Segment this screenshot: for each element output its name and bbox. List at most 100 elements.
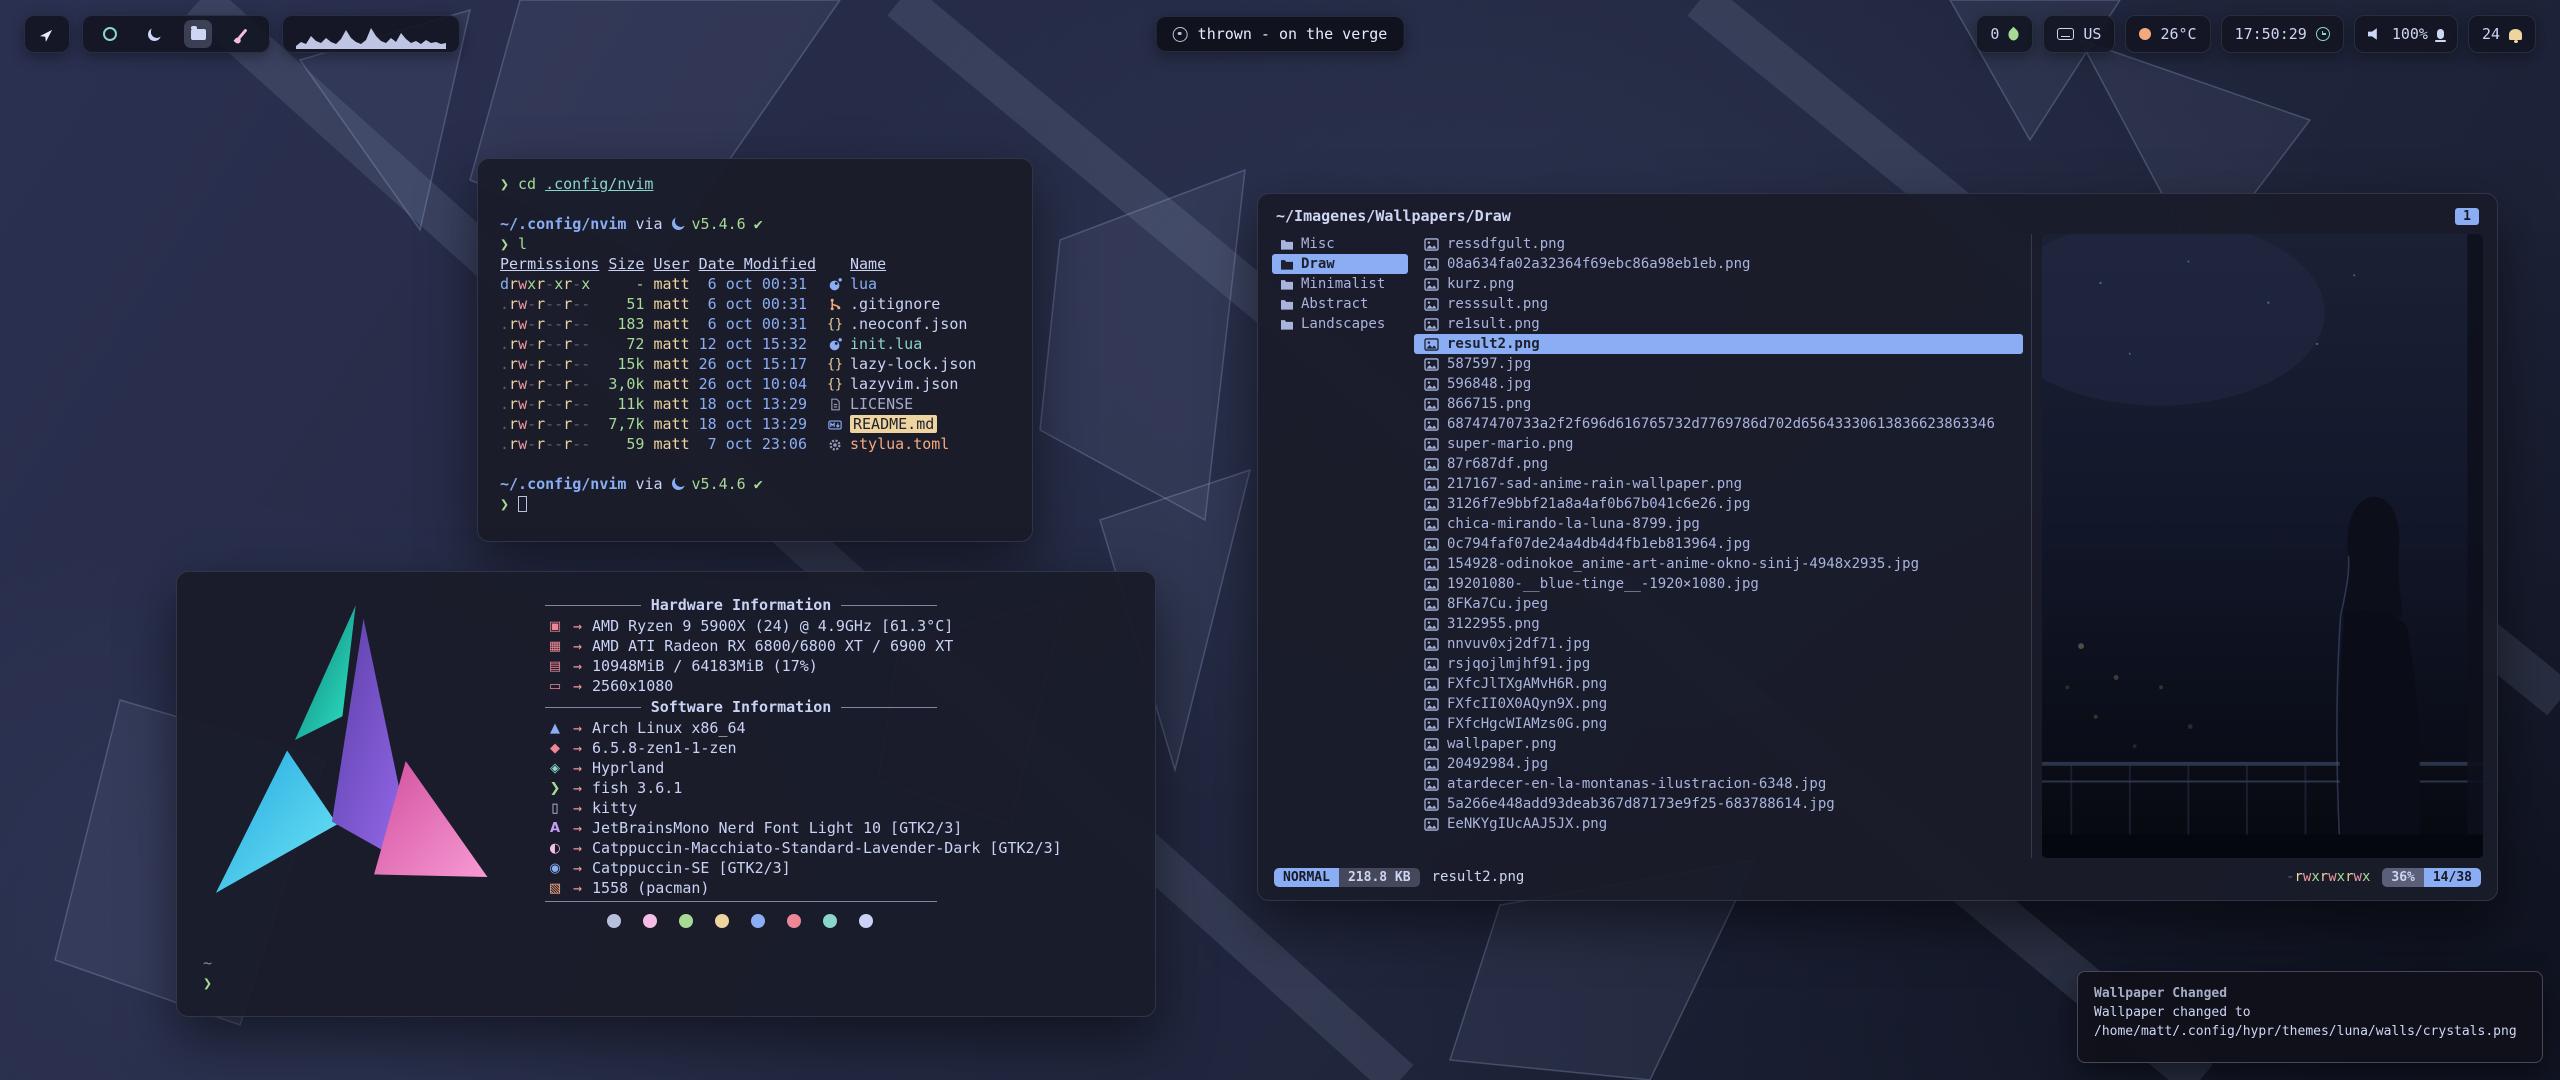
status-icon <box>2139 28 2151 40</box>
sidebar-folder-item[interactable]: Misc <box>1272 234 1408 254</box>
status-widget[interactable]: 26°C <box>2125 15 2210 53</box>
file-owner: matt <box>653 435 689 453</box>
image-preview-pane <box>2031 234 2483 858</box>
permissions: .rw-r--r-- <box>500 415 599 433</box>
info-value: Catppuccin-SE [GTK2/3] <box>592 859 791 877</box>
shell-prompt-line[interactable]: ❯ <box>500 495 1010 515</box>
file-row[interactable]: super-mario.png <box>1414 434 2023 454</box>
file-date: 12 oct 15:32 <box>699 335 816 353</box>
info-value: fish 3.6.1 <box>592 779 682 797</box>
status-widget[interactable]: US <box>2043 15 2115 53</box>
workspace-button[interactable] <box>96 20 124 48</box>
file-row[interactable]: 5a266e448add93deab367d87173e9f25-6837886… <box>1414 794 2023 814</box>
file-size: 3,0k <box>599 375 644 393</box>
workspace-button[interactable] <box>140 20 168 48</box>
file-row[interactable]: result2.png <box>1414 334 2023 354</box>
info-row: →Arch Linux x86_64 <box>545 718 1129 738</box>
sidebar-folder-item[interactable]: Abstract <box>1272 294 1408 314</box>
permissions: .rw-r--r-- <box>500 435 599 453</box>
workspace-icon <box>191 29 206 40</box>
sidebar-folder-item[interactable]: Landscapes <box>1272 314 1408 334</box>
image-file-icon <box>1424 618 1439 631</box>
sidebar-folder-item[interactable]: Minimalist <box>1272 274 1408 294</box>
shell-prompt-line[interactable]: ❯ <box>203 974 1129 994</box>
file-type-icon: {} <box>826 437 844 452</box>
status-widget[interactable]: 0 <box>1976 15 2033 53</box>
sidebar-folder-item[interactable]: Draw <box>1272 254 1408 274</box>
file-row[interactable]: 3122955.png <box>1414 614 2023 634</box>
file-row[interactable]: wallpaper.png <box>1414 734 2023 754</box>
music-player-pill[interactable]: thrown - on the verge <box>1156 16 1405 52</box>
info-icon <box>545 741 565 756</box>
file-row[interactable]: 587597.jpg <box>1414 354 2023 374</box>
file-name: chica-mirando-la-luna-8799.jpg <box>1447 516 1700 532</box>
info-icon <box>545 861 565 876</box>
file-row[interactable]: 154928-odinokoe_anime-art-anime-okno-sin… <box>1414 554 2023 574</box>
status-widget[interactable]: 100% <box>2354 15 2458 53</box>
workspace-button[interactable] <box>228 20 256 48</box>
status-widget[interactable]: 24 <box>2468 15 2536 53</box>
file-name: README.md <box>850 415 937 433</box>
image-file-icon <box>1424 538 1439 551</box>
moon-icon <box>672 217 685 230</box>
file-name: super-mario.png <box>1447 436 1573 452</box>
file-size: 72 <box>599 335 644 353</box>
status-widget[interactable]: 17:50:29 <box>2221 15 2344 53</box>
image-file-icon <box>1424 818 1439 831</box>
status-label: 26°C <box>2160 25 2196 43</box>
info-row: →2560x1080 <box>545 676 1129 696</box>
file-row[interactable]: kurz.png <box>1414 274 2023 294</box>
image-file-icon <box>1424 598 1439 611</box>
file-row[interactable]: 20492984.jpg <box>1414 754 2023 774</box>
file-row[interactable]: 0c794faf07de24a4db4d4fb1eb813964.jpg <box>1414 534 2023 554</box>
file-row[interactable]: FXfcII0X0AQyn9X.png <box>1414 694 2023 714</box>
launcher-button[interactable] <box>24 15 70 53</box>
permissions: .rw-r--r-- <box>500 295 599 313</box>
shell-command-line: ❯l <box>500 235 1010 255</box>
file-row[interactable]: 68747470733a2f2f696d616765732d7769786d70… <box>1414 414 2023 434</box>
file-row[interactable]: re1sult.png <box>1414 314 2023 334</box>
file-row[interactable]: resssult.png <box>1414 294 2023 314</box>
file-row[interactable]: rsjqojlmjhf91.jpg <box>1414 654 2023 674</box>
file-manager-window[interactable]: ~/Imagenes/Wallpapers/Draw 1 Misc Draw M… <box>1257 193 2498 901</box>
notification-toast[interactable]: Wallpaper Changed Wallpaper changed to /… <box>2077 971 2543 1063</box>
terminal-window[interactable]: ❯cd.config/nvim ~/.config/nvimviav5.4.6✔… <box>477 158 1033 542</box>
file-size: - <box>599 275 644 293</box>
file-row[interactable]: 3126f7e9bbf21a8a4af0b67b041c6e26.jpg <box>1414 494 2023 514</box>
file-permissions: -rwxrwxrwx <box>2286 869 2370 885</box>
info-row: →6.5.8-zen1-1-zen <box>545 738 1129 758</box>
file-row[interactable]: EeNKYgIUcAAJ5JX.png <box>1414 814 2023 834</box>
file-name: kurz.png <box>1447 276 1514 292</box>
workspace-icon <box>237 28 247 39</box>
file-row[interactable]: 596848.jpg <box>1414 374 2023 394</box>
file-row[interactable]: FXfcHgcWIAMzs0G.png <box>1414 714 2023 734</box>
file-row[interactable]: nnvuv0xj2df71.jpg <box>1414 634 2023 654</box>
file-row[interactable]: 217167-sad-anime-rain-wallpaper.png <box>1414 474 2023 494</box>
file-row[interactable]: 19201080-__blue-tinge__-1920×1080.jpg <box>1414 574 2023 594</box>
breadcrumb: ~/Imagenes/Wallpapers/Draw <box>1276 207 1511 225</box>
tab-indicator[interactable]: 1 <box>2455 208 2479 225</box>
file-row[interactable]: atardecer-en-la-montanas-ilustracion-634… <box>1414 774 2023 794</box>
file-name: 596848.jpg <box>1447 376 1531 392</box>
file-row[interactable]: chica-mirando-la-luna-8799.jpg <box>1414 514 2023 534</box>
fetch-terminal-window[interactable]: Hardware Information →AMD Ryzen 9 5900X … <box>176 571 1156 1017</box>
image-file-icon <box>1424 418 1439 431</box>
info-icon <box>545 841 565 856</box>
status-icon <box>2006 26 2022 42</box>
info-value: AMD Ryzen 9 5900X (24) @ 4.9GHz [61.3°C] <box>592 617 953 635</box>
info-icon <box>545 781 565 796</box>
file-row[interactable]: 87r687df.png <box>1414 454 2023 474</box>
table-header-row: PermissionsSizeUserDate ModifiedName <box>500 255 1010 275</box>
file-row[interactable]: 866715.png <box>1414 394 2023 414</box>
workspaces-widget[interactable] <box>82 15 270 53</box>
image-file-icon <box>1424 578 1439 591</box>
file-name: EeNKYgIUcAAJ5JX.png <box>1447 816 1607 832</box>
workspace-button[interactable] <box>184 20 212 48</box>
info-row: →AMD Ryzen 9 5900X (24) @ 4.9GHz [61.3°C… <box>545 616 1129 636</box>
file-row[interactable]: ressdfgult.png <box>1414 234 2023 254</box>
blank-line <box>500 195 1010 215</box>
file-row[interactable]: 8FKa7Cu.jpeg <box>1414 594 2023 614</box>
file-row[interactable]: FXfcJlTXgAMvH6R.png <box>1414 674 2023 694</box>
workspace-list <box>96 20 256 48</box>
file-row[interactable]: 08a634fa02a32364f69ebc86a98eb1eb.png <box>1414 254 2023 274</box>
